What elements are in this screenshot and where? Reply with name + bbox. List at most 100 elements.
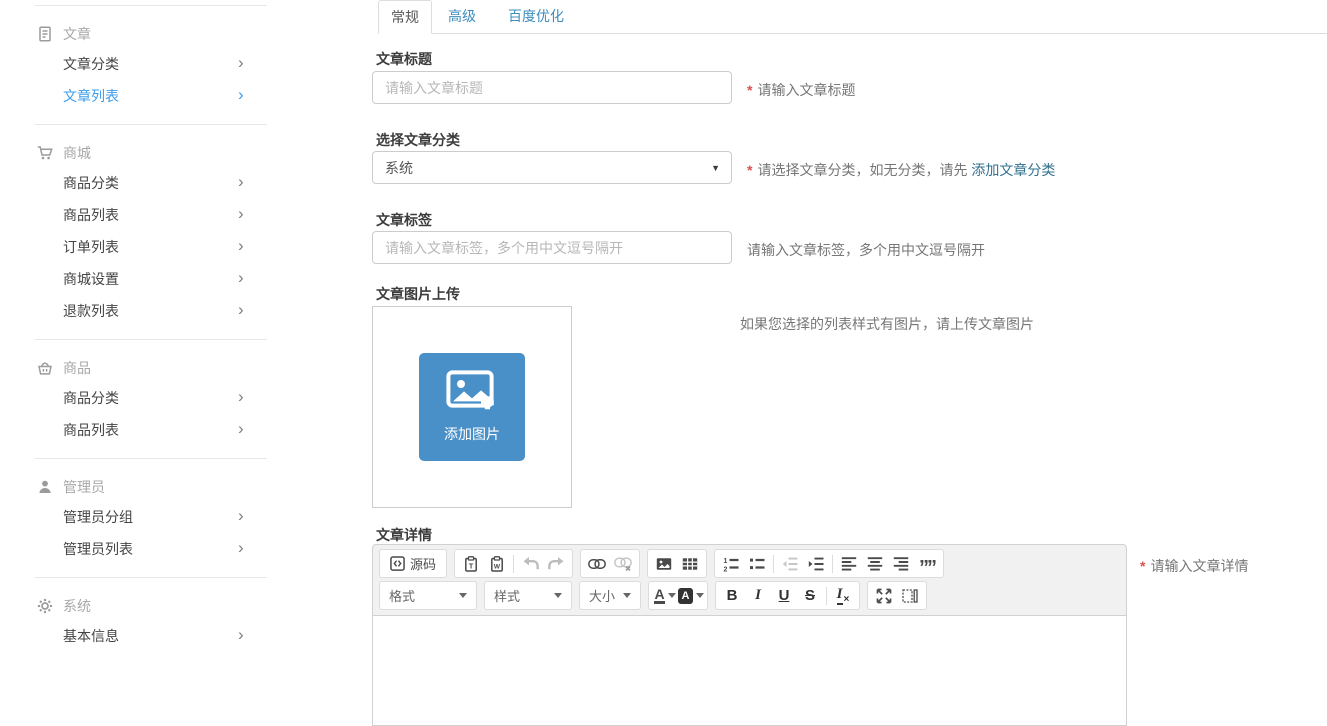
add-image-button[interactable]: 添加图片 [419, 353, 525, 461]
sidebar-item-label: 文章分类 [63, 54, 119, 74]
sidebar-item[interactable]: 商城设置 › [35, 263, 267, 295]
sidebar-item[interactable]: 商品列表› [35, 414, 267, 446]
blockquote-icon[interactable]: ”” [914, 551, 940, 577]
article-icon [37, 26, 53, 42]
sidebar-item[interactable]: 退款列表› [35, 295, 267, 327]
strikethrough-button[interactable]: S [797, 583, 823, 609]
chevron-right-icon: › [238, 237, 244, 254]
sidebar-item-label: 退款列表 [63, 301, 119, 321]
svg-text:W: W [494, 563, 501, 570]
basket-icon [37, 360, 53, 376]
bold-button[interactable]: B [719, 583, 745, 609]
chevron-right-icon: › [238, 539, 244, 556]
caret-down-icon [696, 593, 704, 598]
sidebar-section-header[interactable]: 商城 [35, 139, 267, 167]
svg-text:1: 1 [724, 558, 728, 565]
toolbar-row-2: 格式 样式 大小 A A B I U S I× [379, 581, 1120, 610]
outdent-icon[interactable] [777, 551, 803, 577]
sidebar-item-label: 商品分类 [63, 388, 119, 408]
sidebar-section-header[interactable]: 商品 [35, 354, 267, 382]
format-dropdown[interactable]: 格式 [379, 581, 477, 610]
sidebar-section: 商品商品分类 › 商品列表› [35, 339, 267, 458]
source-button-label: 源码 [410, 554, 436, 573]
editor-content-area[interactable] [373, 615, 1126, 725]
bulleted-list-icon[interactable] [744, 551, 770, 577]
chevron-right-icon: › [238, 388, 244, 405]
tab-inactive[interactable]: 百度优化 [492, 0, 580, 34]
cart-icon [37, 145, 53, 161]
image-upload-dropzone[interactable]: 添加图片 [372, 306, 572, 508]
unlink-icon[interactable] [610, 551, 636, 577]
insert-image-icon[interactable] [651, 551, 677, 577]
styles-dropdown[interactable]: 样式 [484, 581, 572, 610]
sidebar-section-label: 商品 [63, 358, 91, 378]
paste-text-icon[interactable]: T [458, 551, 484, 577]
caret-down-icon [554, 593, 562, 598]
sidebar-item[interactable]: 商品分类 › [35, 167, 267, 199]
link-icon[interactable] [584, 551, 610, 577]
sidebar-item[interactable]: 管理员分组 › [35, 501, 267, 533]
chevron-right-icon: › [238, 507, 244, 524]
tab-inactive[interactable]: 高级 [432, 0, 492, 34]
size-dropdown[interactable]: 大小 [579, 581, 641, 610]
richtext-editor: 源码 T W 12 [372, 544, 1127, 726]
sidebar-section: 文章文章分类 › 文章列表› [35, 5, 267, 124]
tags-input[interactable] [372, 231, 732, 264]
chevron-right-icon: › [238, 205, 244, 222]
tab-active[interactable]: 常规 [378, 0, 432, 34]
redo-icon[interactable] [543, 551, 569, 577]
sidebar-item-label: 商城设置 [63, 269, 119, 289]
user-icon [37, 479, 53, 495]
content-hint: *请输入文章详情 [1140, 556, 1248, 576]
caret-down-icon [459, 593, 467, 598]
italic-button[interactable]: I [745, 583, 771, 609]
article-title-input[interactable] [372, 71, 732, 104]
sidebar-section-label: 系统 [63, 596, 91, 616]
align-right-icon[interactable] [888, 551, 914, 577]
category-select[interactable]: 系统 ▼ [372, 151, 732, 184]
ordered-list-icon[interactable]: 12 [718, 551, 744, 577]
bg-color-icon[interactable]: A [678, 583, 704, 609]
sidebar-item[interactable]: 基本信息› [35, 620, 267, 652]
sidebar-item-label: 基本信息 [63, 626, 119, 646]
article-edit-page: 文章文章分类›文章列表›商城商品分类›商品列表›订单列表›商城设置›退款列表›商… [0, 0, 1327, 641]
select-caret-icon: ▼ [711, 163, 720, 173]
undo-icon[interactable] [517, 551, 543, 577]
sidebar-section-header[interactable]: 文章 [35, 20, 267, 48]
article-title-hint: *请输入文章标题 [747, 80, 855, 100]
indent-icon[interactable] [803, 551, 829, 577]
sidebar-item[interactable]: 管理员列表 › [35, 533, 267, 565]
sidebar-item[interactable]: 文章分类 › [35, 48, 267, 80]
text-color-icon[interactable]: A [652, 583, 678, 609]
sidebar-section-label: 商城 [63, 143, 91, 163]
remove-format-button[interactable]: I× [830, 583, 856, 609]
maximize-icon[interactable] [871, 583, 897, 609]
svg-text:2: 2 [724, 566, 728, 572]
image-upload-hint: 如果您选择的列表样式有图片，请上传文章图片 [740, 314, 1034, 334]
sidebar-section-header[interactable]: 管理员 [35, 473, 267, 501]
content-label: 文章详情 [376, 525, 432, 545]
sidebar-item[interactable]: 订单列表› [35, 231, 267, 263]
sidebar-item-label: 商品列表 [63, 205, 119, 225]
chevron-right-icon: › [238, 269, 244, 286]
align-left-icon[interactable] [836, 551, 862, 577]
sidebar-section-header[interactable]: 系统 [35, 592, 267, 620]
sidebar-item[interactable]: 文章列表› [35, 80, 267, 112]
chevron-right-icon: › [238, 173, 244, 190]
sidebar-item-label: 商品分类 [63, 173, 119, 193]
add-category-link[interactable]: 添加文章分类 [971, 162, 1055, 178]
required-asterisk: * [1140, 558, 1145, 574]
underline-button[interactable]: U [771, 583, 797, 609]
toolbar-row-1: 源码 T W 12 [379, 549, 1120, 578]
sidebar-item-label: 管理员分组 [63, 507, 133, 527]
sidebar-item[interactable]: 商品分类 › [35, 382, 267, 414]
chevron-right-icon: › [238, 54, 244, 71]
gear-icon [37, 598, 53, 614]
insert-table-icon[interactable] [677, 551, 703, 577]
sidebar-item-label: 管理员列表 [63, 539, 133, 559]
align-center-icon[interactable] [862, 551, 888, 577]
source-button[interactable]: 源码 [383, 551, 443, 577]
sidebar-item[interactable]: 商品列表 › [35, 199, 267, 231]
show-blocks-icon[interactable] [897, 583, 923, 609]
paste-word-icon[interactable]: W [484, 551, 510, 577]
